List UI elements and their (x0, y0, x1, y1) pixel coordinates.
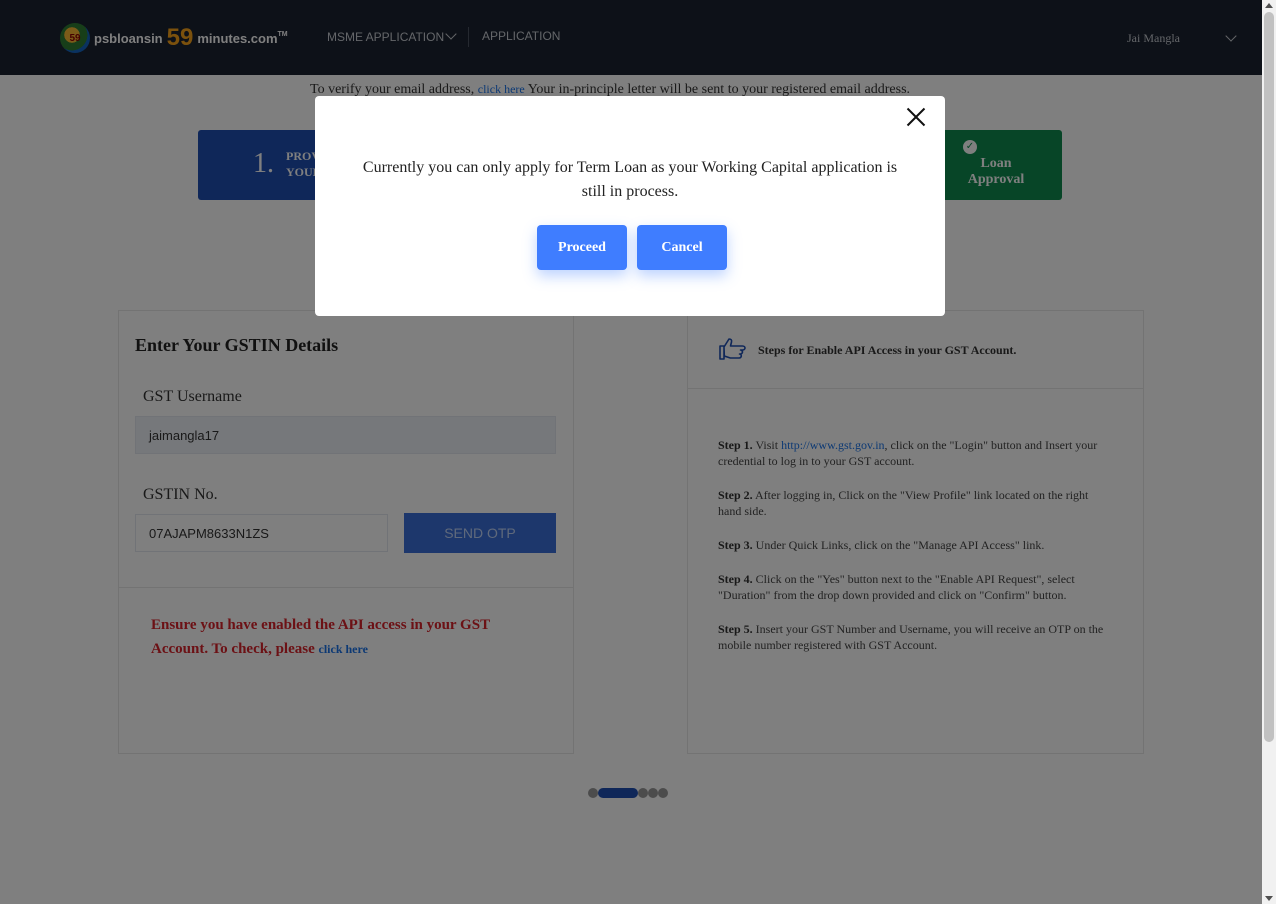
scroll-up-arrow-icon[interactable] (1265, 3, 1273, 8)
scrollbar-thumb[interactable] (1264, 12, 1274, 742)
dialog-message: Currently you can only apply for Term Lo… (362, 159, 898, 200)
close-icon[interactable] (906, 107, 926, 127)
loan-type-dialog: Currently you can only apply for Term Lo… (315, 96, 945, 316)
page-scrollbar[interactable] (1262, 0, 1276, 904)
scroll-down-arrow-icon[interactable] (1265, 896, 1273, 901)
cancel-button[interactable]: Cancel (637, 225, 727, 270)
proceed-button[interactable]: Proceed (537, 225, 627, 270)
